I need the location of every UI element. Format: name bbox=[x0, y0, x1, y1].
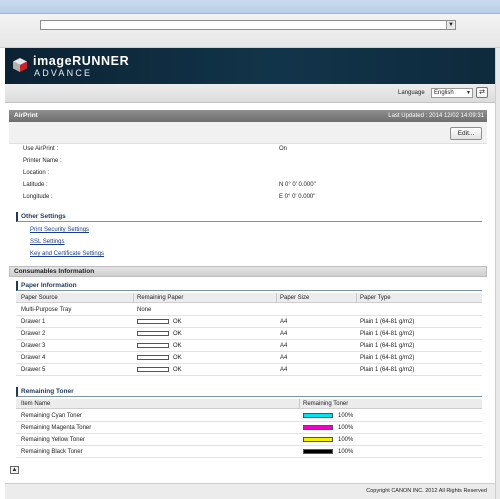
airprint-title-bar: AirPrint Last Updated : 2014 12/02 14:09… bbox=[9, 110, 487, 122]
table-row: Drawer 3 OK A4 Plain 1 (64-81 g/m2) bbox=[16, 340, 482, 352]
language-label: Language bbox=[398, 90, 425, 96]
table-row: Remaining Cyan Toner 100% bbox=[16, 410, 482, 422]
table-row: Drawer 4 OK A4 Plain 1 (64-81 g/m2) bbox=[16, 352, 482, 364]
printer-name-label: Printer Name : bbox=[23, 158, 62, 164]
table-row: Drawer 1 OK A4 Plain 1 (64-81 g/m2) bbox=[16, 316, 482, 328]
paper-type: Plain 1 (64-81 g/m2) bbox=[360, 343, 415, 349]
table-row: Remaining Black Toner 100% bbox=[16, 446, 482, 458]
paper-table-header: Paper Source Remaining Paper Paper Size … bbox=[16, 293, 482, 303]
chevron-down-icon: ▼ bbox=[466, 90, 471, 96]
toner-name: Remaining Magenta Toner bbox=[21, 425, 92, 431]
remaining-paper-status: None bbox=[137, 307, 152, 313]
paper-level-bar bbox=[137, 367, 169, 372]
footer: Copyright CANON INC. 2012 All Rights Res… bbox=[5, 483, 495, 499]
table-row: Remaining Yellow Toner 100% bbox=[16, 434, 482, 446]
toner-level: 100% bbox=[338, 437, 354, 443]
remaining-paper-status: OK bbox=[173, 355, 182, 361]
table-row: Remaining Magenta Toner 100% bbox=[16, 422, 482, 434]
longitude-label: Longitude : bbox=[23, 194, 53, 200]
key-certificate-settings-link[interactable]: Key and Certificate Settings bbox=[30, 251, 104, 257]
brand-name: imageRUNNER bbox=[33, 54, 130, 68]
table-row: Multi-Purpose Tray None bbox=[16, 304, 482, 316]
paper-size-header: Paper Size bbox=[280, 295, 310, 301]
address-bar[interactable]: ▼ bbox=[40, 20, 456, 30]
toner-name: Remaining Black Toner bbox=[21, 449, 83, 455]
page-scrollbar[interactable] bbox=[495, 48, 500, 499]
paper-level-bar bbox=[137, 319, 169, 324]
paper-level-bar bbox=[137, 331, 169, 336]
use-airprint-value: On bbox=[279, 146, 288, 152]
airprint-title: AirPrint bbox=[14, 112, 38, 119]
remaining-toner-heading: Remaining Toner bbox=[16, 387, 482, 397]
last-updated: Last Updated : 2014 12/02 14:09:31 bbox=[388, 113, 484, 119]
table-row: Drawer 5 OK A4 Plain 1 (64-81 g/m2) bbox=[16, 364, 482, 376]
toner-level: 100% bbox=[338, 425, 354, 431]
paper-source-header: Paper Source bbox=[21, 295, 58, 301]
remaining-paper-status: OK bbox=[173, 331, 182, 337]
paper-size: A4 bbox=[280, 343, 288, 349]
paper-type-header: Paper Type bbox=[360, 295, 391, 301]
paper-type: Plain 1 (64-81 g/m2) bbox=[360, 319, 415, 325]
remaining-paper-header: Remaining Paper bbox=[137, 295, 184, 301]
black-toner-bar bbox=[303, 449, 333, 454]
address-dropdown-button[interactable]: ▼ bbox=[446, 21, 455, 29]
language-bar: Language English ▼ ⇄ bbox=[5, 84, 495, 103]
scroll-to-top-button[interactable]: ▲ bbox=[10, 466, 19, 474]
toner-level: 100% bbox=[338, 449, 354, 455]
header-banner: imageRUNNER ADVANCE bbox=[5, 48, 495, 84]
magenta-toner-bar bbox=[303, 425, 333, 430]
paper-size: A4 bbox=[280, 331, 288, 337]
remaining-toner-header: Remaining Toner bbox=[303, 401, 349, 407]
item-name-header: Item Name bbox=[21, 401, 51, 407]
remaining-paper-status: OK bbox=[173, 367, 182, 373]
copyright-text: Copyright CANON INC. 2012 All Rights Res… bbox=[366, 488, 487, 494]
yellow-toner-bar bbox=[303, 437, 333, 442]
language-select[interactable]: English ▼ bbox=[431, 88, 473, 98]
toner-name: Remaining Yellow Toner bbox=[21, 437, 85, 443]
other-settings-heading: Other Settings bbox=[16, 212, 482, 222]
browser-title-bar bbox=[0, 0, 500, 14]
paper-size: A4 bbox=[280, 367, 288, 373]
language-selected-value: English bbox=[434, 90, 454, 96]
paper-type: Plain 1 (64-81 g/m2) bbox=[360, 367, 415, 373]
ssl-settings-link[interactable]: SSL Settings bbox=[30, 239, 64, 245]
paper-source: Drawer 2 bbox=[21, 331, 46, 337]
main-content: AirPrint Last Updated : 2014 12/02 14:09… bbox=[5, 103, 495, 499]
paper-type: Plain 1 (64-81 g/m2) bbox=[360, 331, 415, 337]
paper-level-bar bbox=[137, 355, 169, 360]
latitude-label: Latitude : bbox=[23, 182, 48, 188]
toner-name: Remaining Cyan Toner bbox=[21, 413, 82, 419]
print-security-settings-link[interactable]: Print Security Settings bbox=[30, 227, 89, 233]
remaining-paper-status: OK bbox=[173, 319, 182, 325]
paper-size: A4 bbox=[280, 319, 288, 325]
consumables-title-bar: Consumables Information bbox=[9, 266, 487, 277]
location-label: Location : bbox=[23, 170, 50, 176]
paper-type: Plain 1 (64-81 g/m2) bbox=[360, 355, 415, 361]
paper-source: Multi-Purpose Tray bbox=[21, 307, 72, 313]
edit-toolbar: Edit... bbox=[9, 122, 487, 144]
longitude-value: E 0° 0' 0.000" bbox=[279, 194, 316, 200]
paper-source: Drawer 1 bbox=[21, 319, 46, 325]
cyan-toner-bar bbox=[303, 413, 333, 418]
brand-subtitle: ADVANCE bbox=[34, 68, 93, 78]
brand-cube-icon bbox=[13, 58, 27, 72]
toner-level: 100% bbox=[338, 413, 354, 419]
table-row: Drawer 2 OK A4 Plain 1 (64-81 g/m2) bbox=[16, 328, 482, 340]
toner-table-header: Item Name Remaining Toner bbox=[16, 399, 482, 409]
remaining-paper-status: OK bbox=[173, 343, 182, 349]
paper-level-bar bbox=[137, 343, 169, 348]
edit-button[interactable]: Edit... bbox=[450, 127, 482, 140]
language-apply-button[interactable]: ⇄ bbox=[476, 87, 488, 98]
paper-source: Drawer 3 bbox=[21, 343, 46, 349]
latitude-value: N 0° 0' 0.000" bbox=[279, 182, 316, 188]
paper-information-heading: Paper Information bbox=[16, 281, 482, 291]
use-airprint-label: Use AirPrint : bbox=[23, 146, 59, 152]
paper-size: A4 bbox=[280, 355, 288, 361]
paper-source: Drawer 4 bbox=[21, 355, 46, 361]
paper-source: Drawer 5 bbox=[21, 367, 46, 373]
